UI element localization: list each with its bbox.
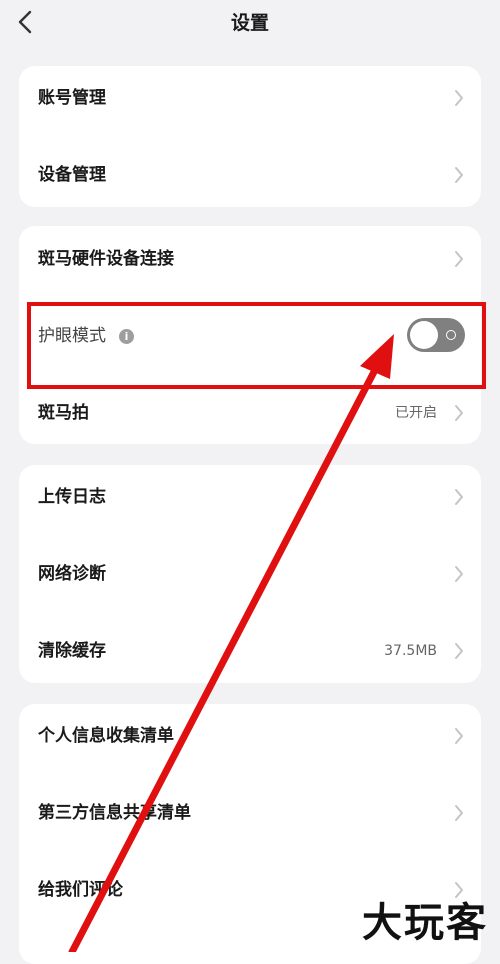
row-network-diagnosis[interactable]: 网络诊断 <box>19 544 481 604</box>
row-personal-info-list[interactable]: 个人信息收集清单 <box>19 706 481 766</box>
row-label: 上传日志 <box>38 487 106 507</box>
settings-card-account: 账号管理 设备管理 <box>19 66 481 207</box>
chevron-right-icon <box>455 728 463 744</box>
chevron-right-icon <box>455 167 463 183</box>
row-label: 账号管理 <box>38 88 106 108</box>
row-value: 已开启 <box>395 405 437 421</box>
chevron-right-icon <box>455 251 463 267</box>
page-title: 设置 <box>230 12 269 34</box>
settings-card-maintenance: 上传日志 网络诊断 清除缓存 37.5MB <box>19 465 481 683</box>
chevron-right-icon <box>455 566 463 582</box>
row-account-management[interactable]: 账号管理 <box>19 68 481 128</box>
row-upload-log[interactable]: 上传日志 <box>19 467 481 527</box>
chevron-right-icon <box>455 805 463 821</box>
row-zebra-camera[interactable]: 斑马拍 已开启 <box>19 383 481 443</box>
row-label: 个人信息收集清单 <box>38 726 174 746</box>
chevron-right-icon <box>455 90 463 106</box>
row-label: 斑马硬件设备连接 <box>38 249 174 269</box>
chevron-right-icon <box>455 405 463 421</box>
watermark-text: 大玩客 <box>362 900 488 946</box>
cache-size-value: 37.5MB <box>384 643 437 659</box>
row-label: 网络诊断 <box>38 564 106 584</box>
nav-bar: 设置 <box>0 0 500 44</box>
row-clear-cache[interactable]: 清除缓存 37.5MB <box>19 621 481 681</box>
row-device-management[interactable]: 设备管理 <box>19 145 481 205</box>
row-third-party-sharing[interactable]: 第三方信息共享清单 <box>19 783 481 843</box>
row-label: 斑马拍 <box>38 403 89 423</box>
row-label: 设备管理 <box>38 165 106 185</box>
chevron-right-icon <box>455 489 463 505</box>
row-label: 给我们评论 <box>38 880 123 900</box>
row-hardware-connect[interactable]: 斑马硬件设备连接 <box>19 229 481 289</box>
highlight-box <box>27 302 486 389</box>
chevron-right-icon <box>455 643 463 659</box>
row-label: 第三方信息共享清单 <box>38 803 191 823</box>
row-label: 清除缓存 <box>38 641 106 661</box>
